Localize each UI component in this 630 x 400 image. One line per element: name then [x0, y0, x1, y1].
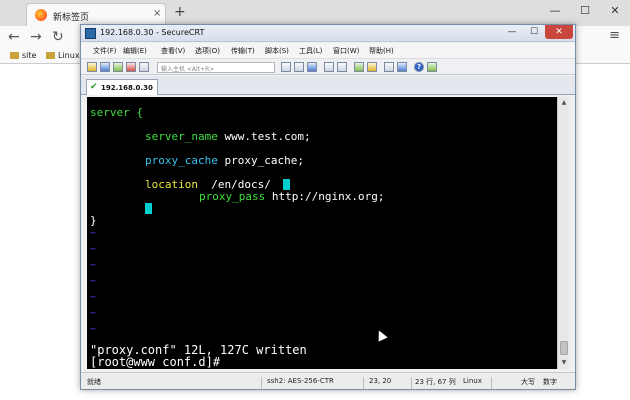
session-options-icon[interactable] [354, 62, 364, 72]
tab-close-icon[interactable]: × [153, 8, 161, 19]
bookmark-site[interactable]: site [10, 51, 36, 60]
bookmark-linux[interactable]: Linux- [46, 51, 82, 60]
terminal-screen[interactable]: server { server_name www.test.com; proxy… [87, 97, 557, 369]
terminal-line-server: server { [90, 106, 143, 119]
browser-tab-title: 新标签页 [53, 13, 90, 23]
browser-tab[interactable]: 新标签页 × [26, 3, 166, 26]
vim-tilde: ~ [90, 228, 97, 239]
print-screen-icon[interactable] [337, 62, 347, 72]
menu-transfer[interactable]: 传输(T) [231, 46, 255, 56]
print-icon[interactable] [324, 62, 334, 72]
menu-script[interactable]: 脚本(S) [265, 46, 289, 56]
folder-icon [46, 52, 55, 59]
crt-menubar: 文件(F) 编辑(E) 查看(V) 选项(O) 传输(T) 脚本(S) 工具(L… [81, 43, 575, 58]
terminal-scrollbar[interactable]: ▲ ▼ [557, 97, 569, 369]
directive-server-name: server_name [145, 130, 218, 143]
global-options-icon[interactable] [367, 62, 377, 72]
terminal-line-proxy-cache: proxy_cache proxy_cache; [145, 155, 304, 167]
paste-icon[interactable] [294, 62, 304, 72]
vim-tilde: ~ [90, 244, 97, 255]
browser-close-button[interactable]: ✕ [600, 0, 630, 22]
browser-menu-icon[interactable]: ≡ [609, 28, 620, 43]
crt-close-button[interactable]: ✕ [545, 25, 573, 39]
connected-check-icon: ✔ [90, 82, 98, 92]
folder-icon [10, 52, 19, 59]
browser-window-controls: — ☐ ✕ [540, 0, 630, 22]
help-icon[interactable]: ? [414, 62, 424, 72]
connect-icon[interactable] [87, 62, 97, 72]
status-ready: 就绪 [87, 378, 101, 386]
status-os: Linux [463, 377, 482, 385]
menu-window[interactable]: 窗口(W) [333, 46, 359, 56]
menu-edit[interactable]: 编辑(E) [123, 46, 147, 56]
vim-tilde: ~ [90, 276, 97, 287]
shell-prompt: [root@www conf.d]# [90, 355, 221, 369]
status-num: 数字 [543, 378, 557, 386]
browser-maximize-button[interactable]: ☐ [570, 0, 600, 22]
find-icon[interactable] [307, 62, 317, 72]
vim-tilde: ~ [90, 308, 97, 319]
vim-tilde: ~ [90, 292, 97, 303]
vim-tilde: ~ [90, 260, 97, 271]
scroll-down-icon[interactable]: ▼ [558, 357, 570, 369]
status-divider [363, 377, 364, 389]
browser-minimize-button[interactable]: — [540, 0, 570, 22]
reload-icon[interactable]: ↻ [52, 29, 64, 45]
forward-icon[interactable]: → [30, 29, 42, 45]
menu-help[interactable]: 帮助(H) [369, 46, 394, 56]
extra-tool-icon[interactable] [427, 62, 437, 72]
terminal-cursor [145, 203, 152, 214]
crt-minimize-button[interactable]: — [501, 25, 523, 39]
reconnect-icon[interactable] [126, 62, 136, 72]
session-tab-label: 192.168.0.30 [101, 84, 153, 92]
disconnect-icon[interactable] [139, 62, 149, 72]
crt-window-title: 192.168.0.30 - SecureCRT [100, 28, 205, 37]
securecrt-window: 192.168.0.30 - SecureCRT — ☐ ✕ 文件(F) 编辑(… [80, 24, 576, 390]
bookmark-label: Linux- [58, 51, 83, 60]
bookmark-label: site [22, 51, 37, 60]
new-tab-button[interactable]: + [174, 4, 186, 20]
vim-tilde: ~ [90, 324, 97, 335]
securecrt-app-icon [85, 28, 96, 39]
crt-statusbar: 就绪 ssh2: AES-256-CTR 23, 20 23 行, 67 列 L… [81, 372, 575, 389]
copy-icon[interactable] [281, 62, 291, 72]
crt-toolbar: 输入主机 <Alt+R> ? [81, 58, 575, 75]
menu-tools[interactable]: 工具(L) [299, 46, 322, 56]
status-position: 23, 20 [369, 377, 392, 385]
sftp-icon[interactable] [384, 62, 394, 72]
firefox-icon [35, 9, 47, 21]
keymap-icon[interactable] [397, 62, 407, 72]
terminal-line-close-brace: } [90, 214, 97, 227]
directive-location: location [145, 178, 198, 191]
crt-maximize-button[interactable]: ☐ [523, 25, 545, 39]
status-rows-cols: 23 行, 67 列 [415, 378, 456, 386]
scroll-thumb[interactable] [560, 341, 568, 355]
connect-tab-icon[interactable] [113, 62, 123, 72]
status-divider [261, 377, 262, 389]
back-icon[interactable]: ← [8, 29, 20, 45]
value-server-name: www.test.com; [217, 130, 311, 143]
status-cipher: ssh2: AES-256-CTR [267, 377, 334, 385]
terminal-line-proxy-pass: proxy_pass http://nginx.org; [199, 191, 384, 203]
quick-connect-icon[interactable] [100, 62, 110, 72]
session-tab[interactable]: ✔ 192.168.0.30 [86, 79, 158, 95]
value-proxy-cache: proxy_cache; [217, 154, 304, 167]
scroll-up-icon[interactable]: ▲ [558, 97, 570, 109]
menu-file[interactable]: 文件(F) [93, 46, 117, 56]
status-divider [411, 377, 412, 389]
host-input[interactable]: 输入主机 <Alt+R> [157, 62, 275, 73]
menu-options[interactable]: 选项(O) [195, 46, 220, 56]
menu-view[interactable]: 查看(V) [161, 46, 185, 56]
directive-proxy-pass: proxy_pass [199, 190, 266, 203]
session-tabbar: ✔ 192.168.0.30 [81, 76, 575, 95]
browser-tabbar: 新标签页 × + — ☐ ✕ [0, 0, 630, 26]
terminal-cursor-block [283, 179, 290, 190]
status-caps: 大写 [521, 378, 535, 386]
directive-proxy-cache: proxy_cache [145, 154, 218, 167]
crt-titlebar[interactable]: 192.168.0.30 - SecureCRT — ☐ ✕ [81, 25, 575, 42]
terminal-line-server-name: server_name www.test.com; [145, 131, 311, 143]
status-divider [491, 377, 492, 389]
value-proxy-pass: http://nginx.org; [265, 190, 385, 203]
